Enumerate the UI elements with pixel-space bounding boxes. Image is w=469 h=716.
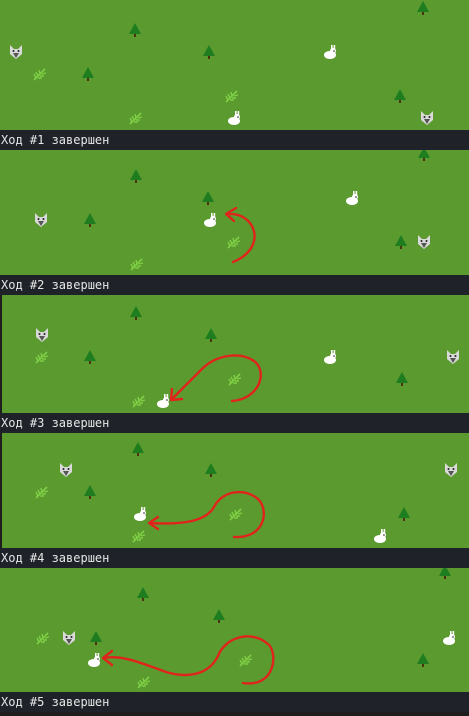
herb-icon: [128, 110, 144, 126]
tree-icon: [415, 0, 431, 16]
turn-caption: Ход #4 завершен: [0, 548, 469, 568]
turn-2-panel: Ход #2 завершен: [0, 150, 469, 295]
path-arrow: [147, 490, 265, 539]
wolf-icon: [419, 110, 435, 126]
tree-icon: [201, 44, 217, 60]
turn-3-panel: Ход #3 завершен: [0, 295, 469, 433]
path-arrow: [169, 354, 262, 403]
grass-field: [2, 433, 469, 548]
grass-field: [0, 0, 469, 130]
turn-caption: Ход #2 завершен: [0, 275, 469, 295]
turn-5-panel: Ход #5 завершен: [0, 568, 469, 716]
path-arrow: [101, 635, 275, 685]
tree-icon: [392, 88, 408, 104]
grass-field: [0, 150, 469, 275]
simulation-log: Ход #1 завершен Ход #2 завершен Ход #3 з…: [0, 0, 469, 716]
wolf-icon: [8, 44, 24, 60]
turn-caption: Ход #1 завершен: [0, 130, 469, 150]
rabbit-icon: [322, 44, 338, 60]
turn-1-panel: Ход #1 завершен: [0, 0, 469, 150]
turn-caption: Ход #3 завершен: [0, 413, 469, 433]
grass-field: [2, 295, 469, 413]
herb-icon: [224, 88, 240, 104]
herb-icon: [32, 66, 48, 82]
grass-field: [0, 568, 469, 692]
rabbit-icon: [226, 110, 242, 126]
tree-icon: [80, 66, 96, 82]
path-arrow: [224, 206, 256, 264]
turn-caption: Ход #5 завершен: [0, 692, 469, 712]
tree-icon: [127, 22, 143, 38]
turn-4-panel: Ход #4 завершен: [0, 433, 469, 568]
